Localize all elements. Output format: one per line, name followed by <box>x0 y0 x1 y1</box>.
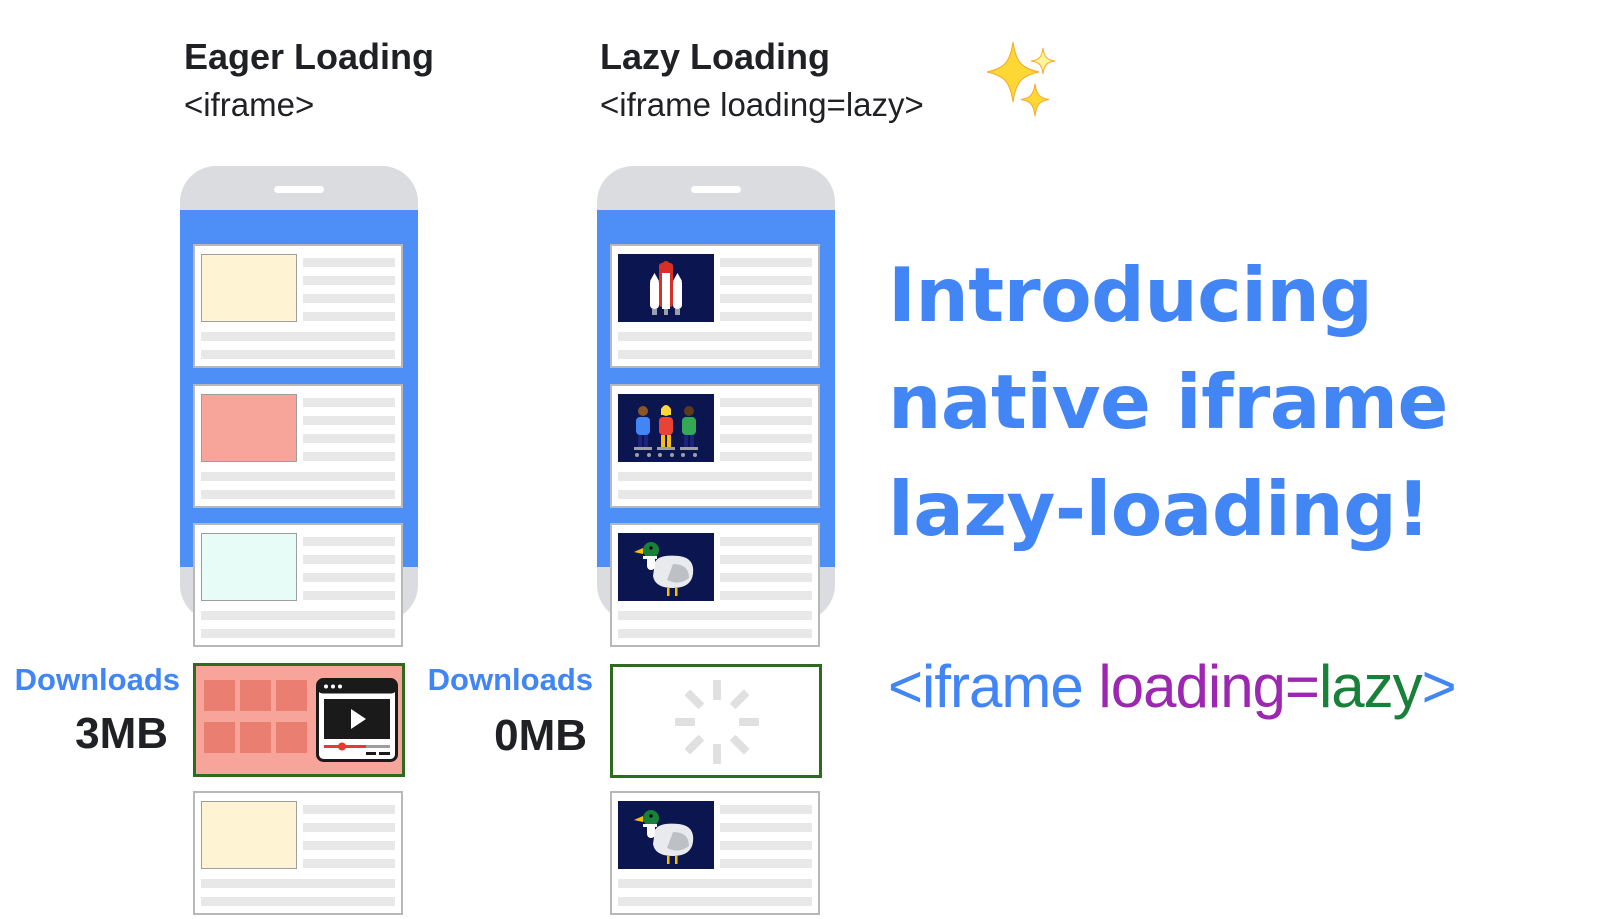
people-icon <box>634 405 698 457</box>
duck-icon <box>634 810 694 864</box>
headline-line-2: native iframe <box>888 358 1448 446</box>
code-tag-close: > <box>1421 653 1457 720</box>
thumbnail <box>201 254 297 322</box>
code-value: lazy <box>1318 653 1423 720</box>
thumbnail <box>201 533 297 601</box>
code-tag-open: <iframe <box>888 653 1084 720</box>
thumbnail <box>618 254 714 322</box>
phone-speaker <box>274 186 324 193</box>
eager-downloads-size: 3MB <box>75 709 168 758</box>
lazy-downloads-size: 0MB <box>494 711 587 760</box>
lazy-card-3 <box>610 523 820 647</box>
lazy-card-1 <box>610 244 820 368</box>
eager-title: Eager Loading <box>184 36 435 77</box>
eager-downloads-label: Downloads <box>14 662 180 697</box>
eager-iframe-loaded <box>193 663 405 777</box>
lazy-iframe-pending <box>610 664 822 778</box>
eager-card-2 <box>193 384 403 508</box>
headline-line-3: lazy-loading! <box>888 465 1431 553</box>
thumbnail <box>618 801 714 869</box>
rocket-icon <box>650 261 682 315</box>
lazy-card-2 <box>610 384 820 508</box>
eager-card-1 <box>193 244 403 368</box>
thumbnail <box>618 394 714 462</box>
code-snippet: <iframe loading=lazy> <box>888 652 1457 721</box>
lazy-title: Lazy Loading <box>600 36 831 77</box>
lazy-downloads-label: Downloads <box>427 662 593 697</box>
headline: Introducing native iframe lazy-loading! <box>888 242 1448 563</box>
duck-icon <box>634 542 694 596</box>
lazy-tag: <iframe loading=lazy> <box>600 86 924 123</box>
lazy-card-5 <box>610 791 820 915</box>
phone-speaker <box>691 186 741 193</box>
video-player-icon <box>316 678 398 762</box>
eager-card-3 <box>193 523 403 647</box>
sparkles-icon <box>986 41 1056 117</box>
thumbnail <box>201 394 297 462</box>
eager-tag: <iframe> <box>184 86 315 123</box>
code-attribute: loading= <box>1098 653 1320 720</box>
loading-spinner-icon <box>675 680 759 764</box>
headline-line-1: Introducing <box>888 251 1373 339</box>
thumbnail <box>618 533 714 601</box>
eager-card-5 <box>193 791 403 915</box>
thumbnail <box>201 801 297 869</box>
